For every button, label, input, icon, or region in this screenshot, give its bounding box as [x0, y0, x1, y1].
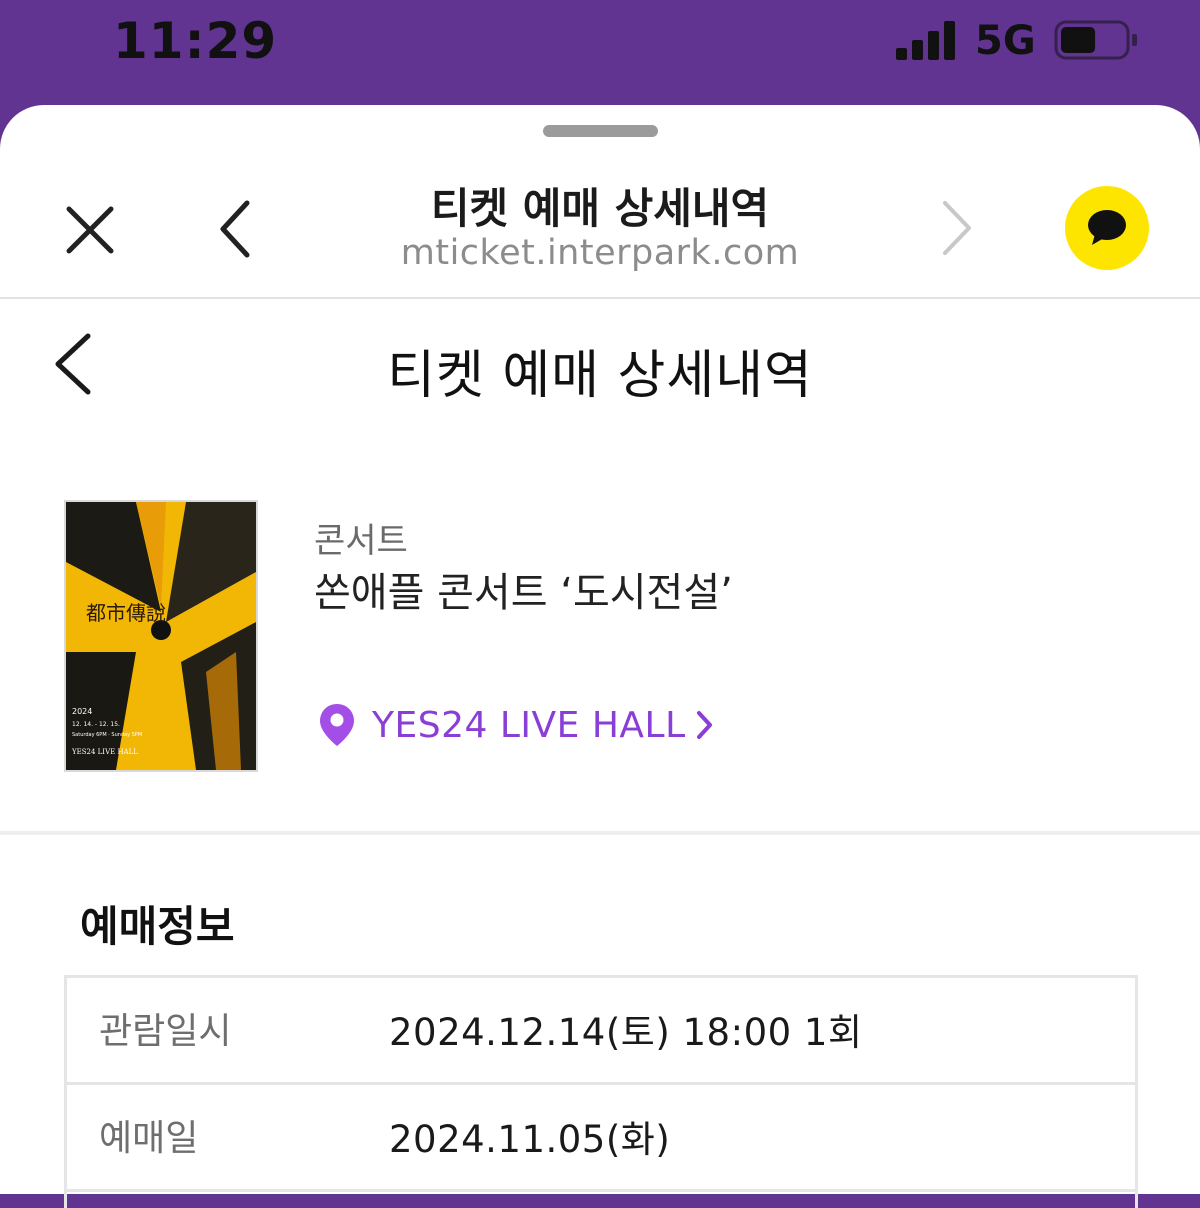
battery-fill	[1061, 27, 1096, 53]
status-bar: 11:29 5G	[0, 0, 1200, 110]
page-title: 티켓 예매 상세내역	[387, 346, 813, 406]
page-header: 티켓 예매 상세내역	[0, 297, 1200, 447]
kakao-chat-icon	[1088, 210, 1126, 245]
poster-times: Saturday 6PM · Sunday 5PM	[72, 732, 142, 738]
row-label: 예매일	[99, 1118, 199, 1159]
performance-title: 쏜애플 콘서트 ‘도시전설’	[314, 570, 733, 616]
venue-link[interactable]: YES24 LIVE HALL	[318, 700, 714, 750]
network-type: 5G	[975, 18, 1036, 64]
table-row: 예매일 2024.11.05(화)	[67, 1085, 1135, 1192]
table-row: 관람일시 2024.12.14(토) 18:00 1회	[67, 978, 1135, 1085]
booking-info-table: 관람일시 2024.12.14(토) 18:00 1회 예매일 2024.11.…	[64, 975, 1138, 1208]
row-value: 2024.12.14(토) 18:00 1회	[389, 1011, 863, 1054]
performance-genre: 콘서트	[314, 521, 408, 561]
booking-info-title: 예매정보	[80, 902, 235, 951]
chevron-left-icon[interactable]	[210, 197, 260, 261]
poster-venue: YES24 LIVE HALL	[71, 748, 138, 756]
performance-poster[interactable]: 都市傳說 2024 12. 14. - 12. 15. Saturday 6PM…	[64, 500, 258, 772]
location-pin-icon	[320, 704, 354, 746]
kakao-chat-button[interactable]	[1065, 186, 1149, 270]
row-value: 2024.11.05(화)	[389, 1118, 671, 1161]
poster-image: 都市傳說 2024 12. 14. - 12. 15. Saturday 6PM…	[66, 502, 256, 770]
signal-icon	[896, 21, 955, 60]
chevron-right-icon[interactable]	[935, 197, 980, 259]
row-label: 관람일시	[99, 1011, 232, 1052]
poster-title-cn: 都市傳說	[86, 601, 166, 625]
webview-toolbar: 티켓 예매 상세내역 mticket.interpark.com	[0, 105, 1200, 299]
webview-title: 티켓 예매 상세내역	[430, 184, 770, 233]
chevron-right-icon	[696, 711, 712, 739]
webview-sheet: 티켓 예매 상세내역 mticket.interpark.com 티켓 예매 상…	[0, 105, 1200, 1208]
poster-dates: 12. 14. - 12. 15.	[72, 721, 120, 728]
webview-url[interactable]: mticket.interpark.com	[300, 233, 900, 273]
status-time: 11:29	[113, 12, 278, 70]
battery-icon	[1054, 20, 1137, 60]
section-divider	[0, 831, 1200, 835]
venue-name: YES24 LIVE HALL	[372, 704, 686, 746]
poster-year: 2024	[72, 707, 92, 716]
close-icon[interactable]	[60, 200, 120, 260]
